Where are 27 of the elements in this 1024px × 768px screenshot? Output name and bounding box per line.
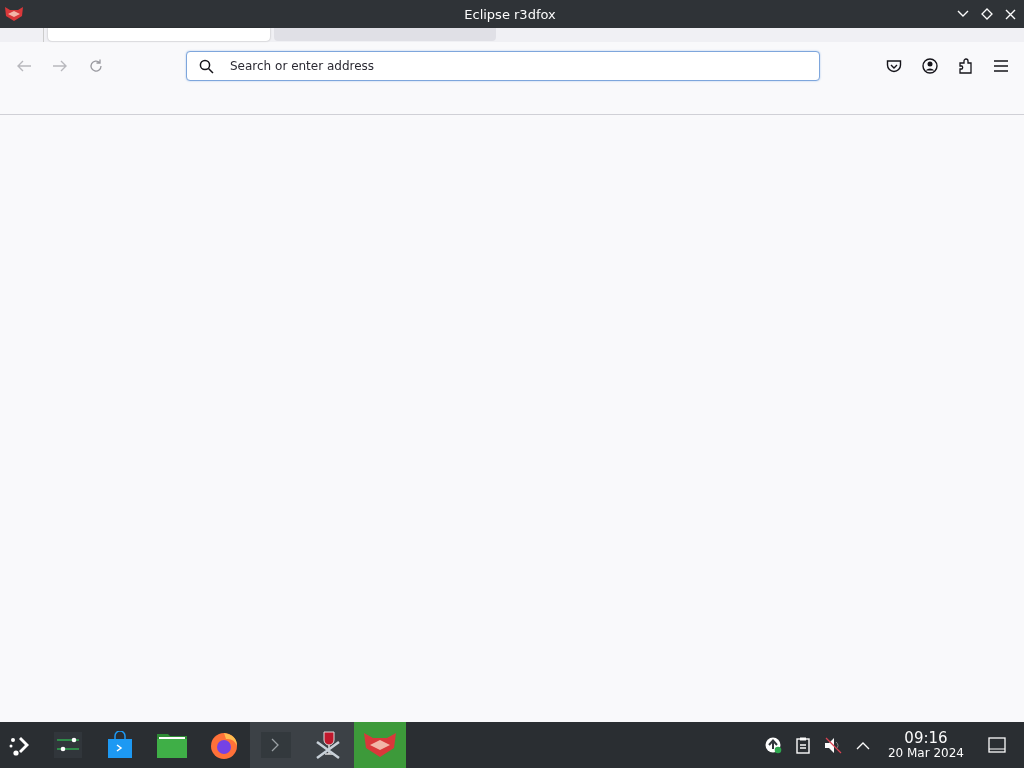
window-title: Eclipse r3dfox: [464, 6, 556, 22]
muted-speaker-icon[interactable]: [823, 736, 842, 754]
expand-tray-icon[interactable]: [855, 740, 870, 750]
minimize-icon[interactable]: [957, 10, 969, 18]
taskbar-app[interactable]: [302, 722, 354, 768]
show-desktop-icon[interactable]: [988, 737, 1006, 753]
address-field[interactable]: Search or enter address: [186, 51, 820, 81]
search-icon: [199, 59, 214, 74]
clock-date[interactable]: 20 Mar 2024: [887, 746, 964, 760]
close-icon[interactable]: [1005, 8, 1016, 20]
clipboard-icon[interactable]: [795, 736, 810, 754]
reload-icon[interactable]: [88, 58, 104, 74]
update-icon[interactable]: [763, 736, 782, 754]
wine-glass-tools-icon: [315, 730, 341, 760]
maximize-icon[interactable]: [981, 8, 993, 20]
puzzle-icon[interactable]: [958, 58, 974, 74]
fox-logo-icon: [4, 6, 24, 22]
menu-icon[interactable]: [994, 60, 1008, 72]
sliders-icon: [54, 732, 82, 758]
terminal-icon: [261, 732, 291, 758]
folder-icon: [157, 732, 187, 758]
pocket-icon[interactable]: [886, 58, 902, 74]
shopping-bag-icon: [107, 731, 133, 759]
browser-logo-icon: [209, 730, 239, 760]
clock-time[interactable]: 09:16: [904, 730, 948, 747]
fox-logo-icon: [363, 732, 397, 758]
account-icon[interactable]: [922, 58, 938, 74]
